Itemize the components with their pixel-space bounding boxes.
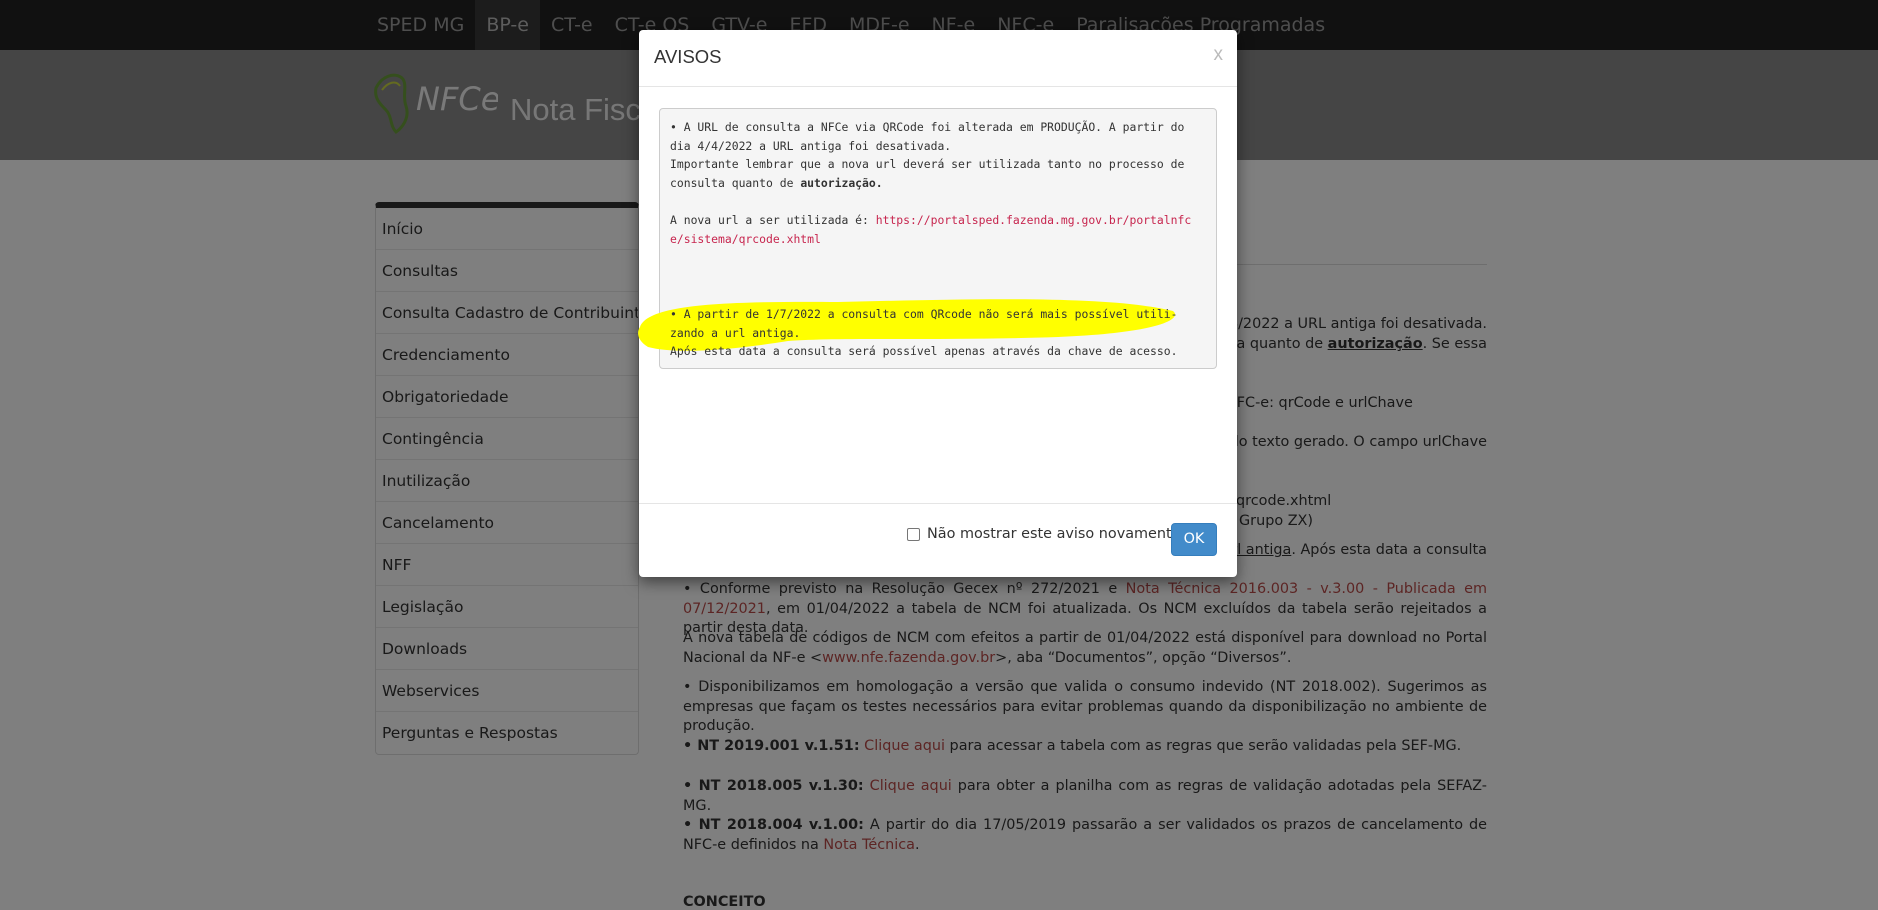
notice-line: zando a url antiga. bbox=[670, 325, 801, 340]
dont-show-again-checkbox[interactable] bbox=[907, 527, 920, 541]
modal-title: AVISOS bbox=[654, 46, 722, 67]
notice-line: • A URL de consulta a NFCe via QRCode fo… bbox=[670, 120, 1185, 134]
avisos-modal: AVISOS x • A URL de consulta a NFCe via … bbox=[638, 30, 1237, 577]
notice-line: • A partir de 1/7/2022 a consulta com QR… bbox=[670, 306, 1178, 321]
qrcode-url-link[interactable]: e/sistema/qrcode.xhtml bbox=[670, 232, 821, 246]
dont-show-again[interactable]: Não mostrar este aviso novamente bbox=[907, 526, 1181, 542]
notice-line-blank bbox=[670, 268, 1206, 287]
notice-line: A nova url a ser utilizada é: https://po… bbox=[670, 213, 1192, 228]
notice-line: e/sistema/qrcode.xhtml bbox=[670, 230, 1206, 249]
notice-line: Após esta data a consulta será possível … bbox=[670, 344, 1178, 359]
modal-header: AVISOS x bbox=[639, 30, 1237, 87]
modal-footer: Não mostrar este aviso novamente OK bbox=[639, 503, 1237, 577]
notice-line-blank bbox=[670, 286, 1206, 305]
dont-show-again-label: Não mostrar este aviso novamente bbox=[927, 526, 1181, 542]
notice-line: dia 4/4/2022 a URL antiga foi desativada… bbox=[670, 138, 952, 153]
notice-line-blank bbox=[670, 249, 1206, 268]
close-icon[interactable]: x bbox=[1214, 44, 1224, 66]
qrcode-url-link[interactable]: https://portalsped.fazenda.mg.gov.br/por… bbox=[876, 213, 1191, 227]
notice-box: • A URL de consulta a NFCe via QRCode fo… bbox=[638, 108, 1217, 369]
notice-line-blank bbox=[670, 193, 1206, 212]
ok-button[interactable]: OK bbox=[1171, 523, 1217, 556]
notice-line: Importante lembrar que a nova url deverá… bbox=[670, 157, 1185, 172]
notice-line: consulta quanto de autorização. bbox=[670, 176, 883, 191]
